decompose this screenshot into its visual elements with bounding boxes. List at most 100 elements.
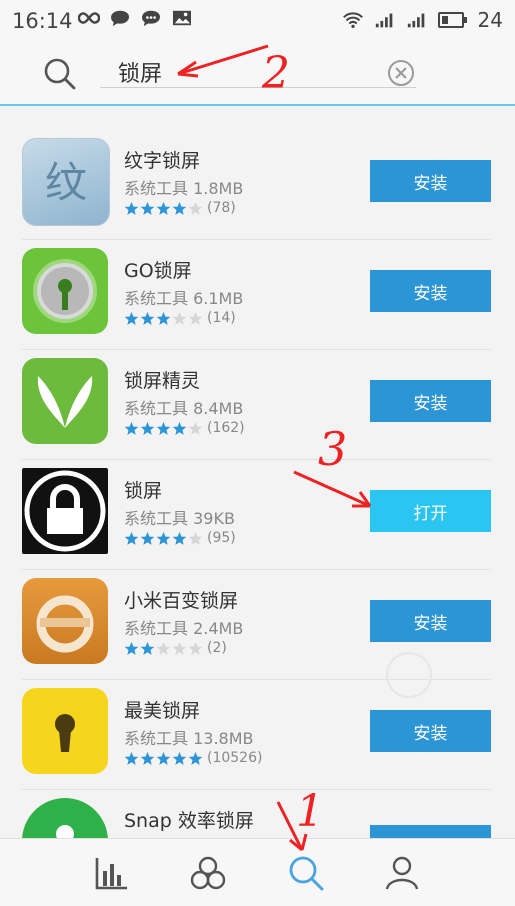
- star-empty-icon: [188, 421, 203, 435]
- star-filled-icon: [156, 751, 171, 765]
- battery-icon: [437, 12, 467, 28]
- loading-spinner: [386, 652, 432, 698]
- review-count: (78): [207, 200, 236, 216]
- app-name: 纹字锁屏: [124, 150, 201, 172]
- keyhole-icon[interactable]: [22, 688, 108, 774]
- app-rating: (95): [124, 530, 236, 546]
- list-item[interactable]: GO锁屏 系统工具 6.1MB (14) 安装: [22, 240, 491, 350]
- star-filled-icon: [156, 421, 171, 435]
- app-rating: (10526): [124, 750, 262, 766]
- star-empty-icon: [188, 311, 203, 325]
- star-filled-icon: [156, 311, 171, 325]
- system-icons: 24: [342, 8, 503, 32]
- star-rating: [124, 311, 203, 326]
- star-filled-icon: [140, 421, 155, 435]
- wenzi-icon[interactable]: 纹: [22, 138, 110, 226]
- open-button[interactable]: 打开: [370, 490, 491, 532]
- star-filled-icon: [124, 751, 139, 765]
- app-meta: 系统工具 6.1MB: [124, 289, 244, 308]
- star-empty-icon: [156, 641, 171, 655]
- app-rating: (2): [124, 640, 227, 656]
- xiaomi-lock-icon[interactable]: [22, 578, 108, 664]
- star-empty-icon: [172, 311, 187, 325]
- app-meta: 系统工具 1.8MB: [124, 179, 244, 198]
- star-filled-icon: [124, 201, 139, 215]
- app-name: GO锁屏: [124, 260, 192, 282]
- app-meta: 系统工具 2.4MB: [124, 619, 244, 638]
- review-count: (10526): [207, 750, 263, 766]
- review-count: (95): [207, 530, 236, 546]
- notification-icons: [78, 9, 193, 27]
- star-rating: [124, 641, 203, 656]
- app-meta: 系统工具 8.4MB: [124, 399, 244, 418]
- star-filled-icon: [172, 751, 187, 765]
- svg-text:纹: 纹: [45, 158, 87, 207]
- infinity-icon: [78, 12, 100, 24]
- clock: 16:14: [12, 9, 73, 33]
- wifi-icon: [342, 12, 363, 29]
- install-button[interactable]: 安装: [370, 270, 491, 312]
- star-filled-icon: [156, 201, 171, 215]
- search-input[interactable]: [100, 58, 416, 88]
- star-rating: [124, 201, 203, 216]
- star-filled-icon: [140, 531, 155, 545]
- app-rating: (162): [124, 420, 245, 436]
- app-name: 锁屏精灵: [124, 370, 201, 392]
- app-rating: (78): [124, 200, 236, 216]
- star-filled-icon: [156, 531, 171, 545]
- app-rating: (14): [124, 310, 236, 326]
- app-name: 最美锁屏: [124, 700, 201, 722]
- install-button[interactable]: 安装: [370, 710, 491, 752]
- star-filled-icon: [172, 531, 187, 545]
- message-icon: [142, 10, 160, 27]
- app-name: Snap 效率锁屏: [124, 810, 254, 832]
- user-icon[interactable]: [382, 853, 422, 893]
- rank-chart-icon[interactable]: [92, 853, 132, 893]
- list-item[interactable]: 最美锁屏 系统工具 13.8MB (10526) 安装: [22, 680, 491, 790]
- star-filled-icon: [124, 641, 139, 655]
- star-rating: [124, 531, 203, 546]
- app-meta: 系统工具 13.8MB: [124, 729, 254, 748]
- app-name: 小米百变锁屏: [124, 590, 239, 612]
- review-count: (14): [207, 310, 236, 326]
- chat-bubble-icon: [111, 10, 129, 27]
- signal-icon: [375, 13, 392, 28]
- star-filled-icon: [140, 751, 155, 765]
- star-rating: [124, 751, 203, 766]
- review-count: (162): [207, 420, 245, 436]
- star-rating: [124, 421, 203, 436]
- clear-icon[interactable]: [386, 58, 416, 88]
- list-item[interactable]: 锁屏 系统工具 39KB (95) 打开: [22, 460, 491, 570]
- padlock-icon[interactable]: [22, 468, 108, 554]
- star-filled-icon: [140, 201, 155, 215]
- star-filled-icon: [188, 751, 203, 765]
- bottom-nav: [0, 838, 515, 906]
- signal-icon: [407, 13, 424, 28]
- image-icon: [173, 10, 191, 26]
- search-bar: [0, 44, 515, 106]
- star-empty-icon: [188, 531, 203, 545]
- categories-icon[interactable]: [188, 853, 228, 893]
- star-filled-icon: [124, 531, 139, 545]
- app-meta: 系统工具 39KB: [124, 509, 235, 528]
- search-icon[interactable]: [42, 56, 78, 92]
- list-item[interactable]: 纹 纹字锁屏 系统工具 1.8MB (78) 安装: [22, 130, 491, 240]
- jingling-icon[interactable]: [22, 358, 108, 444]
- star-empty-icon: [172, 641, 187, 655]
- go-locker-icon[interactable]: [22, 248, 108, 334]
- review-count: (2): [207, 640, 227, 656]
- star-filled-icon: [124, 421, 139, 435]
- star-filled-icon: [140, 311, 155, 325]
- star-empty-icon: [188, 641, 203, 655]
- star-filled-icon: [172, 201, 187, 215]
- star-filled-icon: [124, 311, 139, 325]
- status-bar: 16:14 24: [0, 0, 515, 44]
- star-empty-icon: [188, 201, 203, 215]
- list-item[interactable]: 锁屏精灵 系统工具 8.4MB (162) 安装: [22, 350, 491, 460]
- install-button[interactable]: 安装: [370, 600, 491, 642]
- install-button[interactable]: 安装: [370, 380, 491, 422]
- search-icon[interactable]: [286, 853, 326, 893]
- install-button[interactable]: 安装: [370, 160, 491, 202]
- star-filled-icon: [172, 421, 187, 435]
- star-filled-icon: [140, 641, 155, 655]
